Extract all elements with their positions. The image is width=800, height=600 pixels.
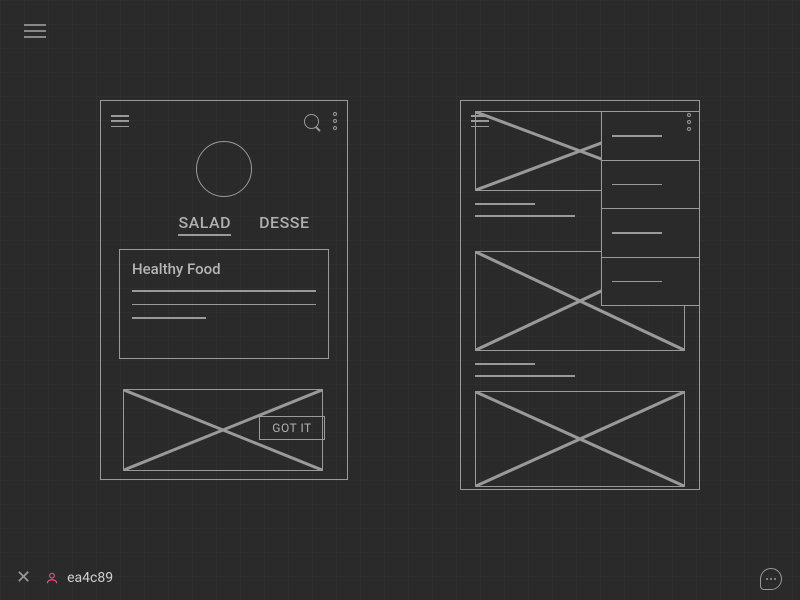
status-bar: ✕ ea4c89 [0,556,800,600]
mockup-frame-2[interactable] [460,100,700,490]
snackbar-button[interactable]: GOT IT [259,416,325,440]
three-dots-icon[interactable] [687,113,691,131]
text-line [475,375,575,377]
menu-item[interactable] [602,112,700,161]
image-placeholder [475,391,685,487]
text-line [132,290,316,292]
tab-dessert[interactable]: DESSE [259,213,309,236]
feature-card[interactable]: Healthy Food [119,249,329,359]
user-icon [45,571,59,585]
text-line [132,317,206,319]
text-line [475,215,575,217]
tab-salad[interactable]: SALAD [178,213,231,236]
text-line [475,203,535,205]
text-line [475,363,535,365]
tabs: SALAD DESSE [101,213,347,236]
close-icon[interactable]: ✕ [16,569,31,587]
overflow-menu[interactable] [601,111,700,306]
search-icon[interactable] [304,114,319,129]
chat-icon [766,578,776,580]
avatar-placeholder [196,141,252,197]
three-dots-icon[interactable] [333,112,337,130]
hamburger-icon[interactable] [111,115,129,127]
card-title: Healthy Food [132,260,316,278]
user-color-label: ea4c89 [67,570,113,586]
mockup-frame-1[interactable]: SALAD DESSE Healthy Food GOT IT [100,100,348,480]
chat-button[interactable] [760,568,782,590]
hamburger-icon [24,24,46,38]
mockup-toolbar [101,101,347,141]
text-line [132,304,316,306]
menu-item[interactable] [602,209,700,258]
user-chip[interactable]: ea4c89 [45,570,113,586]
app-menu-button[interactable] [24,24,46,38]
menu-item[interactable] [602,161,700,210]
menu-item[interactable] [602,258,700,306]
